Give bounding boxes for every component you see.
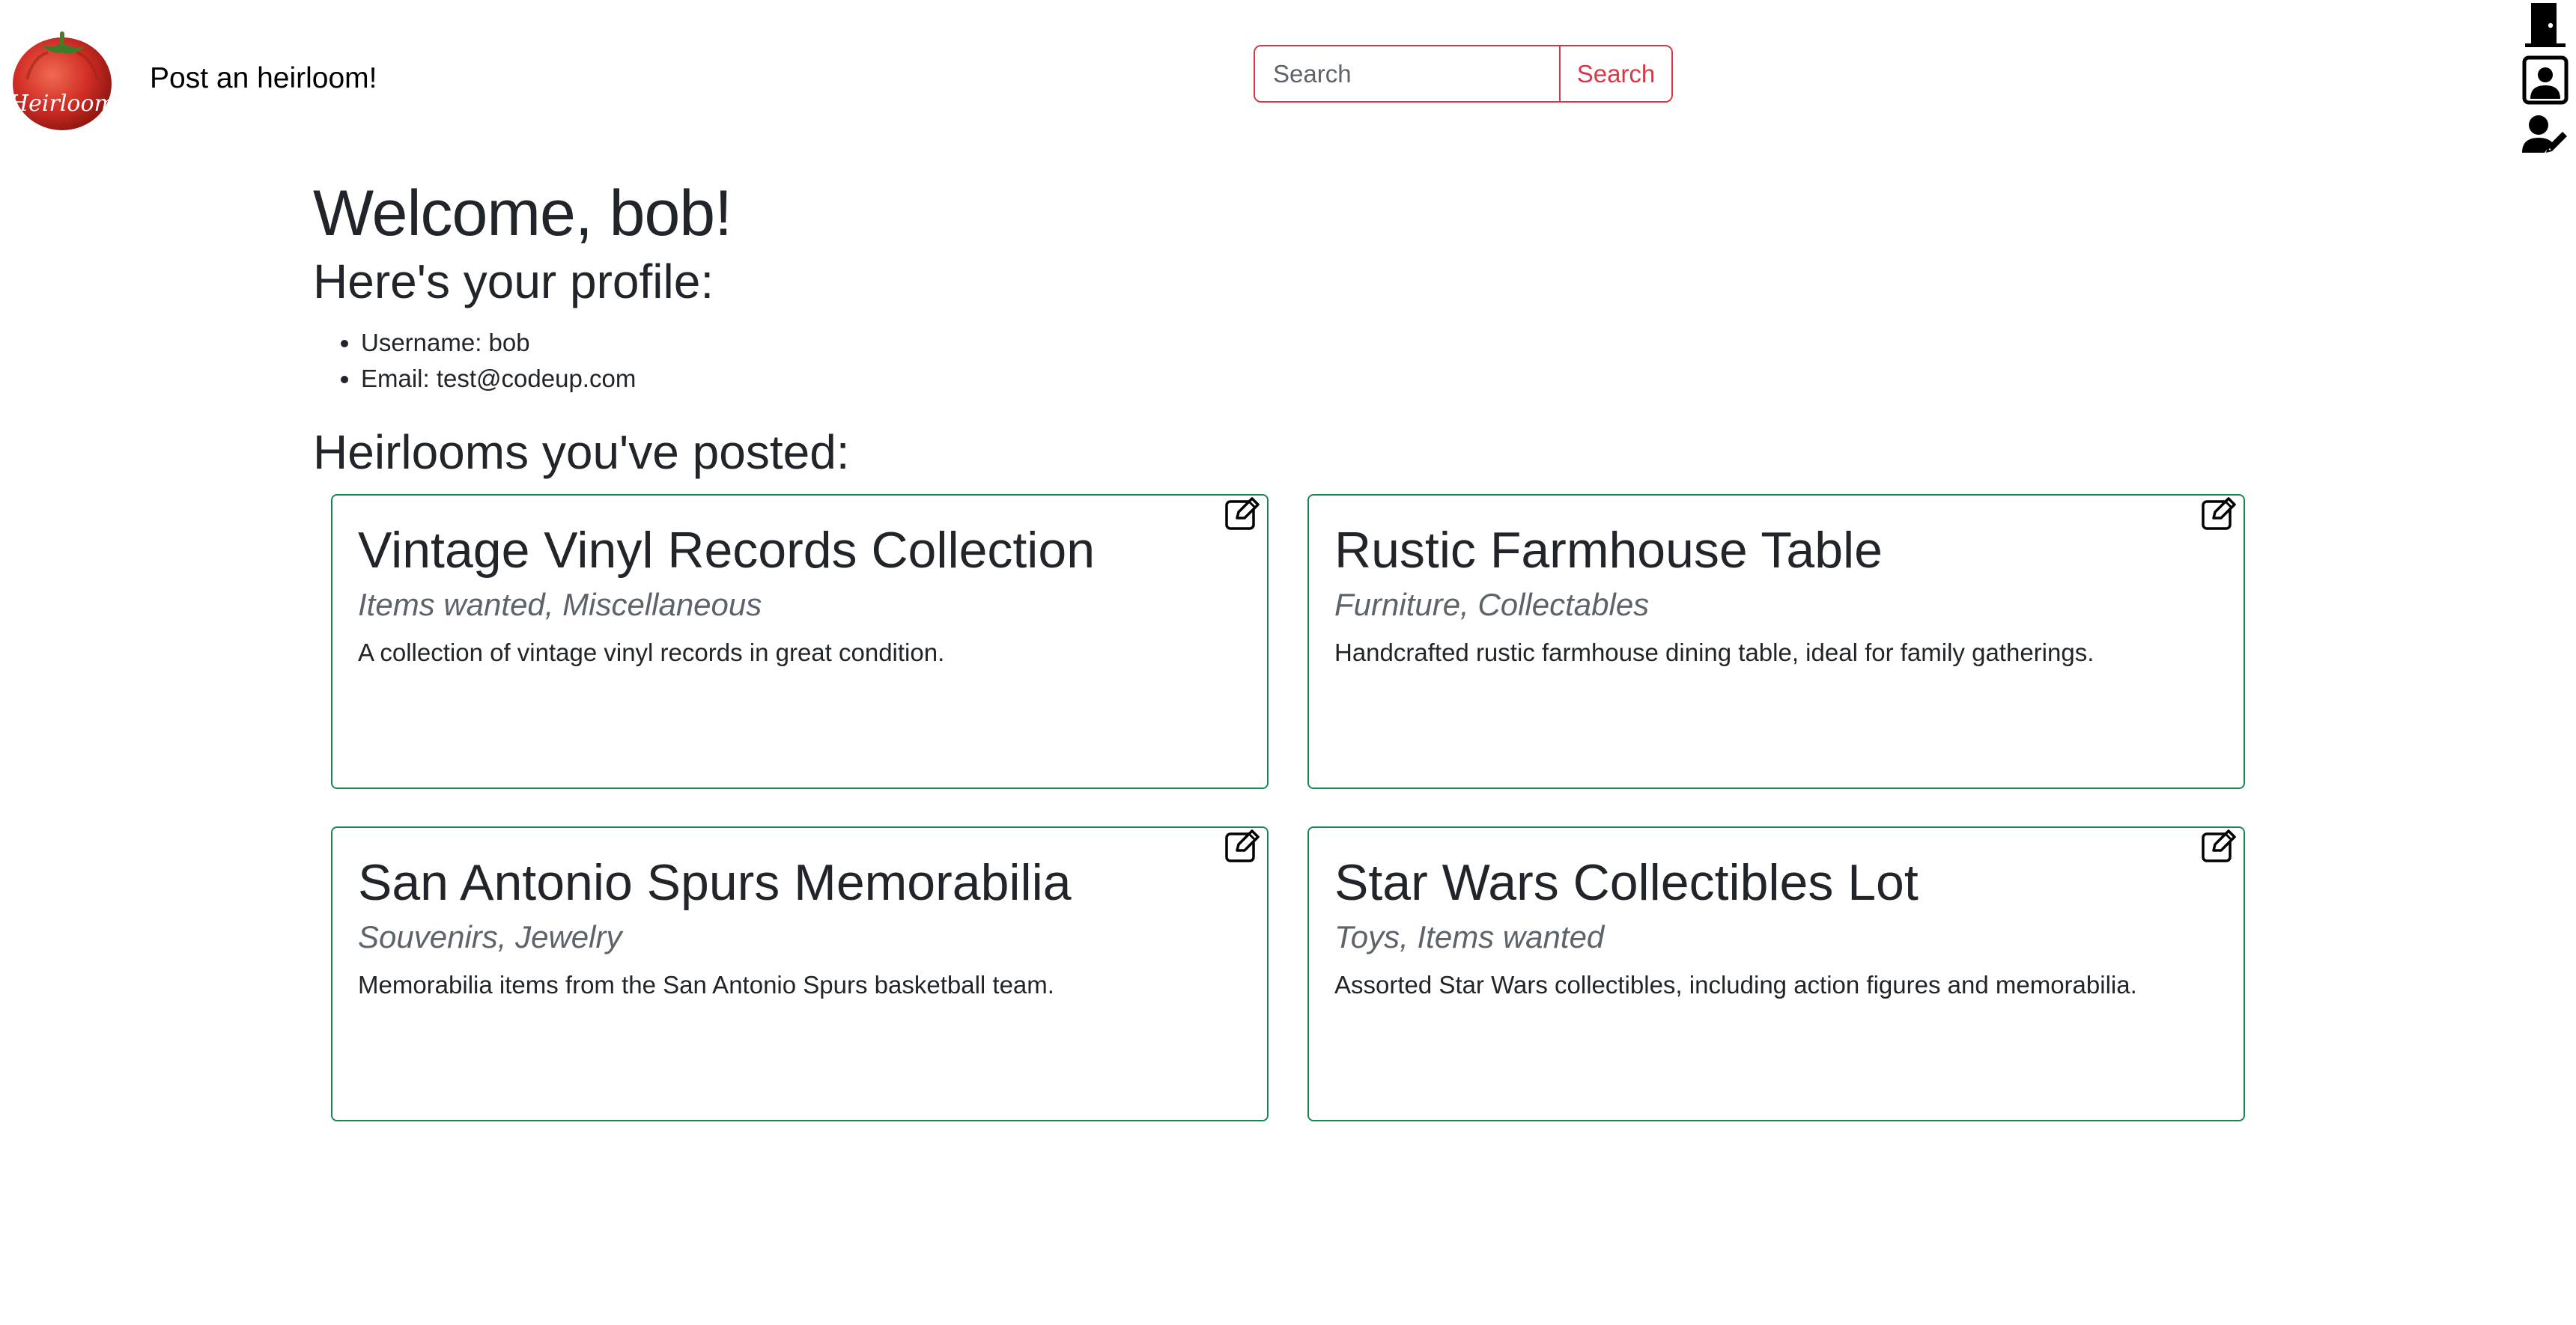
profile-main: Welcome, bob! Here's your profile: Usern…: [313, 172, 2260, 482]
card-description: Handcrafted rustic farmhouse dining tabl…: [1334, 639, 2094, 666]
profile-heading: Here's your profile:: [313, 255, 714, 308]
edit-icon[interactable]: [1224, 496, 1261, 533]
card-categories: Furniture, Collectables: [1334, 587, 1650, 622]
card-title: Star Wars Collectibles Lot: [1334, 854, 1919, 911]
card-description: A collection of vintage vinyl records in…: [358, 639, 945, 666]
card-categories: Items wanted, Miscellaneous: [358, 587, 762, 622]
username-item: Username: bob: [361, 325, 2260, 361]
card-title: Rustic Farmhouse Table: [1334, 522, 1883, 579]
edit-user-icon[interactable]: [2522, 114, 2569, 159]
tomato-logo-icon: Heirloom: [8, 31, 115, 130]
card-categories: Souvenirs, Jewelry: [358, 919, 622, 954]
search-button[interactable]: Search: [1559, 46, 1671, 101]
email-item: Email: test@codeup.com: [361, 361, 2260, 397]
card-title: San Antonio Spurs Memorabilia: [358, 854, 1072, 911]
heirloom-logo[interactable]: Heirloom: [8, 27, 115, 132]
heirlooms-heading: Heirlooms you've posted:: [313, 425, 850, 479]
edit-icon[interactable]: [1224, 828, 1261, 865]
heirloom-card[interactable]: San Antonio Spurs Memorabilia Souvenirs,…: [331, 826, 1269, 1121]
profile-icon[interactable]: [2522, 55, 2569, 109]
card-title: Vintage Vinyl Records Collection: [358, 522, 1096, 579]
edit-icon[interactable]: [2200, 496, 2238, 533]
card-description: Memorabilia items from the San Antonio S…: [358, 971, 1054, 999]
svg-text:Heirloom: Heirloom: [10, 91, 114, 117]
heirloom-card[interactable]: Star Wars Collectibles Lot Toys, Items w…: [1307, 826, 2245, 1121]
post-heirloom-link[interactable]: Post an heirloom!: [150, 60, 377, 97]
heirloom-card[interactable]: Vintage Vinyl Records Collection Items w…: [331, 494, 1269, 789]
search-input[interactable]: [1255, 46, 1559, 101]
search-form: Search: [1254, 45, 1673, 103]
welcome-heading: Welcome, bob!: [313, 177, 732, 249]
card-categories: Toys, Items wanted: [1334, 919, 1605, 954]
logout-door-icon[interactable]: [2522, 1, 2569, 53]
edit-icon[interactable]: [2200, 828, 2238, 865]
heirloom-card[interactable]: Rustic Farmhouse Table Furniture, Collec…: [1307, 494, 2245, 789]
card-description: Assorted Star Wars collectibles, includi…: [1334, 971, 2137, 999]
profile-details: Username: bob Email: test@codeup.com: [313, 325, 2260, 397]
